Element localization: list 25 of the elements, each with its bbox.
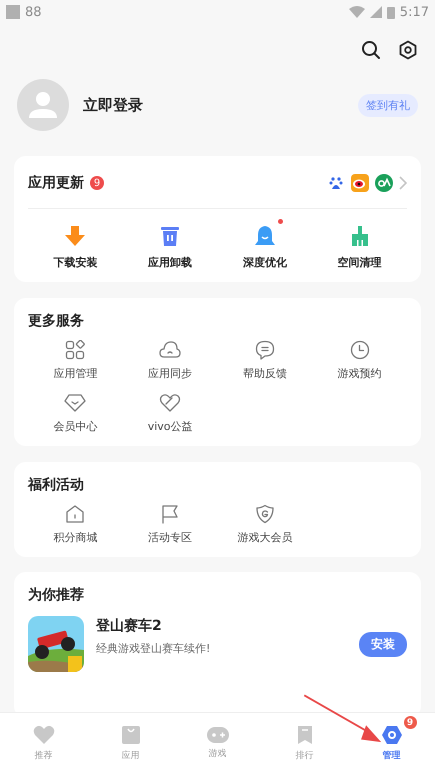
app-name: 登山赛车2	[96, 616, 163, 634]
notification-count: 88	[25, 4, 42, 20]
tool-item[interactable]: 空间清理	[312, 219, 407, 270]
service-item[interactable]: 会员中心	[28, 393, 123, 434]
tool-item[interactable]: 深度优化	[218, 219, 312, 270]
service-item[interactable]: vivo公益	[122, 393, 218, 434]
welfare-item[interactable]: 活动专区	[122, 504, 218, 545]
count-badge: 9	[404, 716, 416, 729]
count-badge: 9	[90, 176, 104, 190]
section-title: 为你推荐	[28, 586, 85, 604]
service-item[interactable]: 应用管理	[28, 340, 123, 381]
nav-tab[interactable]: 管理 9	[348, 713, 435, 773]
section-title: 福利活动	[28, 476, 85, 494]
tool-item[interactable]: 下载安装	[28, 219, 123, 270]
section-title: 应用更新	[28, 174, 84, 192]
service-item[interactable]: 应用同步	[122, 340, 218, 381]
tool-item[interactable]: 应用卸载	[122, 219, 218, 270]
service-item[interactable]: 帮助反馈	[218, 340, 312, 381]
clock: 5:17	[400, 4, 429, 20]
welfare-item[interactable]: 游戏大会员	[218, 504, 312, 545]
section-title: 更多服务	[28, 312, 85, 330]
welfare-item[interactable]: 积分商城	[28, 504, 123, 545]
login-link[interactable]: 立即登录	[83, 96, 358, 114]
app-description: 经典游戏登山赛车续作!	[96, 640, 212, 656]
service-item[interactable]: 游戏预约	[312, 340, 407, 381]
